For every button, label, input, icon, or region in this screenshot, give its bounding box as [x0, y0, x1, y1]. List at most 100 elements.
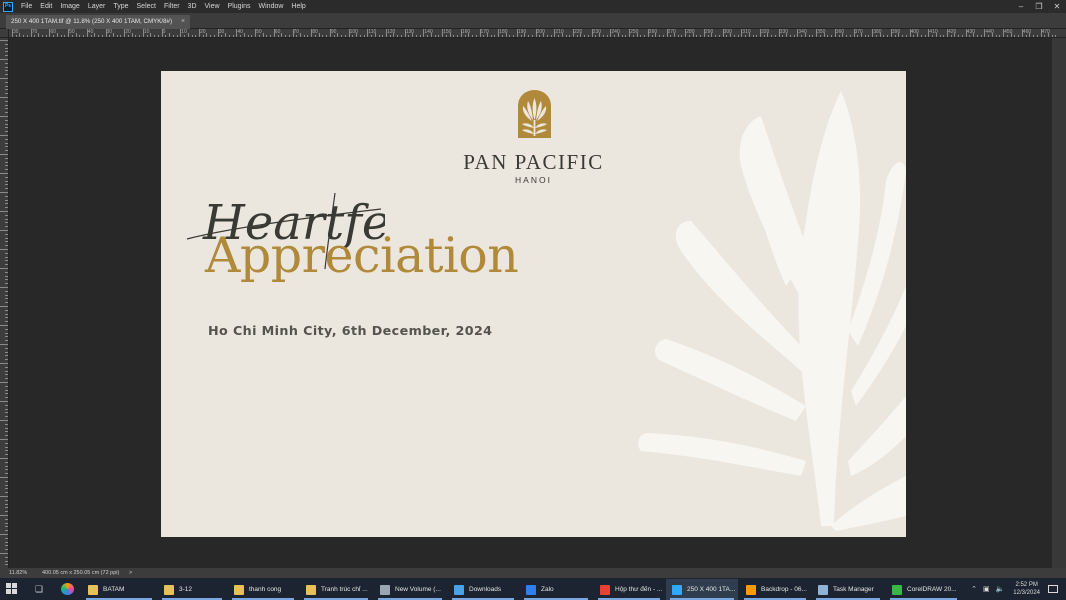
ruler-tick: [127, 35, 129, 37]
restore-icon[interactable]: ❐: [1030, 0, 1048, 13]
ruler-tick: [453, 35, 455, 37]
horizontal-ruler[interactable]: 30 70 60 50 40 30 20 10 0 10 20 30 40 50 60 70 80 90 100 11…: [9, 29, 1066, 38]
taskbar-item[interactable]: Tranh trúc chỉ ...: [300, 579, 372, 600]
illustrator-icon: [746, 584, 756, 595]
document-canvas[interactable]: PAN PACIFIC HANOI Heartfelt Appreciation…: [161, 71, 906, 537]
ruler-tick: [5, 55, 8, 57]
ruler-tick: [659, 35, 661, 37]
volume-icon[interactable]: 🔈: [996, 585, 1005, 593]
ruler-tick: [816, 29, 818, 37]
notification-icon[interactable]: [1048, 585, 1058, 593]
ruler-tick: [868, 35, 870, 37]
ruler-tick: [124, 29, 126, 37]
ruler-tick: [913, 35, 915, 37]
ruler-tick: [0, 534, 8, 535]
status-menu-arrow-icon[interactable]: >: [129, 568, 132, 578]
chevron-up-icon[interactable]: ⌃: [971, 585, 977, 593]
menu-plugins[interactable]: Plugins: [224, 0, 255, 13]
clock-date: 12/3/2024: [1013, 590, 1040, 596]
ruler-tick: [5, 302, 8, 304]
menu-window[interactable]: Window: [255, 0, 288, 13]
ruler-tick: [0, 515, 8, 516]
ruler-tick: [902, 35, 904, 37]
menu-3d[interactable]: 3D: [184, 0, 201, 13]
taskbar-item[interactable]: New Volume (...: [374, 579, 446, 600]
task-view-icon[interactable]: ❏: [33, 583, 45, 595]
document-tab[interactable]: 250 X 400 1TAM.tif @ 11.8% (250 X 400 1T…: [6, 15, 191, 29]
minimize-icon[interactable]: –: [1012, 0, 1030, 13]
taskbar-clock[interactable]: 2:52 PM 12/3/2024: [1013, 581, 1040, 597]
ruler-tick: [644, 35, 646, 37]
ruler-tick: [5, 393, 8, 395]
taskbar-item[interactable]: 3-12: [158, 579, 226, 600]
ruler-tick: [550, 35, 552, 37]
ruler-tick: [5, 321, 8, 323]
ruler-tick: [5, 199, 8, 201]
menu-image[interactable]: Image: [56, 0, 83, 13]
taskbar-item[interactable]: Zalo: [520, 579, 592, 600]
ruler-tick: [333, 35, 335, 37]
taskbar-item[interactable]: 250 X 400 1TA...: [666, 579, 738, 600]
ruler-tick: [382, 35, 384, 37]
ruler-tick: [0, 553, 8, 554]
taskbar-item[interactable]: Backdrop - 06...: [740, 579, 810, 600]
network-icon[interactable]: ▣: [983, 585, 990, 593]
ruler-tick: [543, 33, 545, 37]
taskbar-item[interactable]: BATAM: [82, 579, 156, 600]
taskbar-item[interactable]: thanh cong: [228, 579, 298, 600]
ruler-tick: [587, 35, 589, 37]
menu-help[interactable]: Help: [287, 0, 309, 13]
ruler-tick: [801, 35, 803, 37]
ruler-tick: [715, 35, 717, 37]
vertical-scrollbar[interactable]: [1052, 38, 1066, 568]
close-icon[interactable]: ✕: [1048, 0, 1066, 13]
ruler-tick: [5, 492, 8, 494]
ruler-tick: [142, 29, 144, 37]
ruler-tick: [15, 35, 17, 37]
taskbar-item[interactable]: Task Manager: [812, 579, 884, 600]
ruler-tick: [995, 35, 997, 37]
windows-start-icon[interactable]: [6, 583, 18, 595]
ruler-tick: [0, 458, 8, 459]
copilot-icon[interactable]: [61, 583, 74, 595]
ruler-tick: [45, 35, 47, 37]
ruler-tick: [685, 29, 687, 37]
ruler-tick: [228, 35, 230, 37]
ruler-origin[interactable]: [0, 29, 9, 38]
ruler-tick: [5, 340, 8, 342]
ruler-tick: [1047, 33, 1049, 37]
ruler-tick: [1055, 35, 1057, 37]
menu-select[interactable]: Select: [133, 0, 160, 13]
ruler-tick: [0, 477, 8, 478]
ruler-tick: [0, 97, 8, 98]
taskbar-item[interactable]: Downloads: [448, 579, 518, 600]
menu-view[interactable]: View: [201, 0, 224, 13]
ruler-tick: [1010, 33, 1012, 37]
ruler-tick: [5, 480, 8, 482]
menu-edit[interactable]: Edit: [36, 0, 56, 13]
folder-icon: [306, 584, 316, 595]
ruler-tick: [318, 33, 320, 37]
menu-filter[interactable]: Filter: [160, 0, 184, 13]
ruler-tick: [213, 35, 215, 37]
ruler-tick: [202, 35, 204, 37]
ruler-tick: [793, 35, 795, 37]
ruler-tick: [5, 317, 8, 319]
ruler-tick: [774, 35, 776, 37]
photoshop-logo-icon[interactable]: Ps: [3, 1, 13, 12]
menu-type[interactable]: Type: [109, 0, 132, 13]
menu-file[interactable]: File: [17, 0, 36, 13]
ruler-tick: [101, 35, 103, 37]
tab-close-icon[interactable]: ×: [181, 15, 185, 29]
zoom-level[interactable]: 11.82%: [9, 568, 27, 578]
download-icon: [454, 584, 464, 595]
taskbar-item[interactable]: CorelDRAW 20...: [886, 579, 961, 600]
ruler-tick: [950, 35, 952, 37]
ruler-tick: [621, 35, 623, 37]
vertical-ruler[interactable]: [0, 38, 9, 568]
ruler-tick: [718, 35, 720, 37]
ruler-tick: [5, 450, 8, 452]
menu-layer[interactable]: Layer: [84, 0, 110, 13]
ruler-tick: [419, 35, 421, 37]
taskbar-item[interactable]: Hộp thư đến - ...: [594, 579, 664, 600]
